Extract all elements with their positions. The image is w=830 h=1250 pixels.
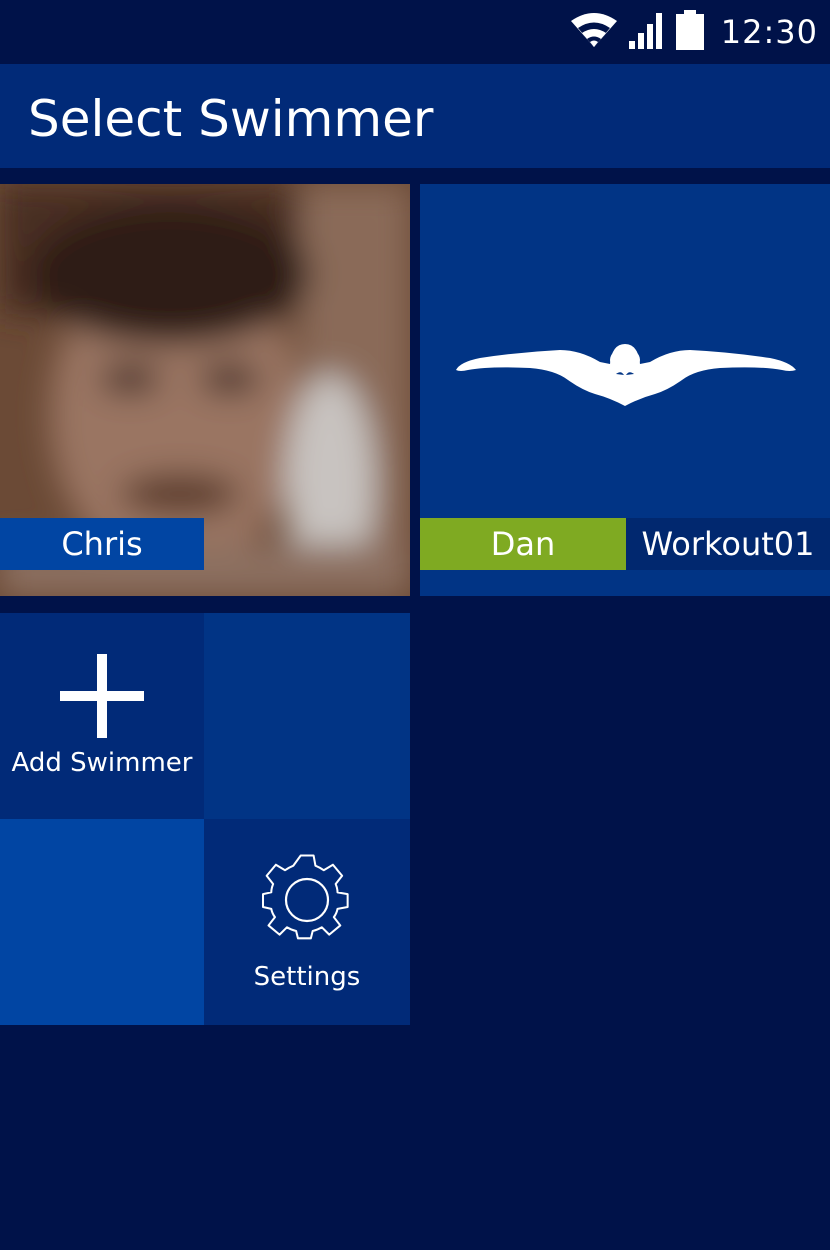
- app-bar: Select Swimmer: [0, 64, 830, 168]
- gear-icon: [259, 852, 355, 952]
- swimmer-tile-chris[interactable]: Chris: [0, 184, 410, 596]
- clock: 12:30: [720, 13, 818, 51]
- swimmer-name-dan: Dan: [420, 518, 626, 570]
- page-title: Select Swimmer: [28, 90, 434, 148]
- status-bar: 12:30: [0, 0, 830, 64]
- settings-label: Settings: [253, 962, 361, 992]
- signal-icon: [628, 11, 665, 53]
- status-icons: 12:30: [569, 8, 818, 56]
- wifi-icon: [569, 11, 619, 53]
- empty-tile: [204, 613, 410, 819]
- workout-label: Workout01: [626, 518, 830, 570]
- swimmer-tile-dan[interactable]: Dan Workout01: [420, 184, 830, 596]
- add-swimmer-label: Add Swimmer: [11, 748, 193, 778]
- settings-button[interactable]: Settings: [204, 819, 410, 1025]
- empty-tile: [0, 819, 204, 1025]
- battery-icon: [675, 10, 705, 54]
- add-swimmer-button[interactable]: Add Swimmer: [0, 613, 204, 819]
- swimmer-name-chris: Chris: [0, 518, 204, 570]
- plus-icon: [60, 654, 144, 742]
